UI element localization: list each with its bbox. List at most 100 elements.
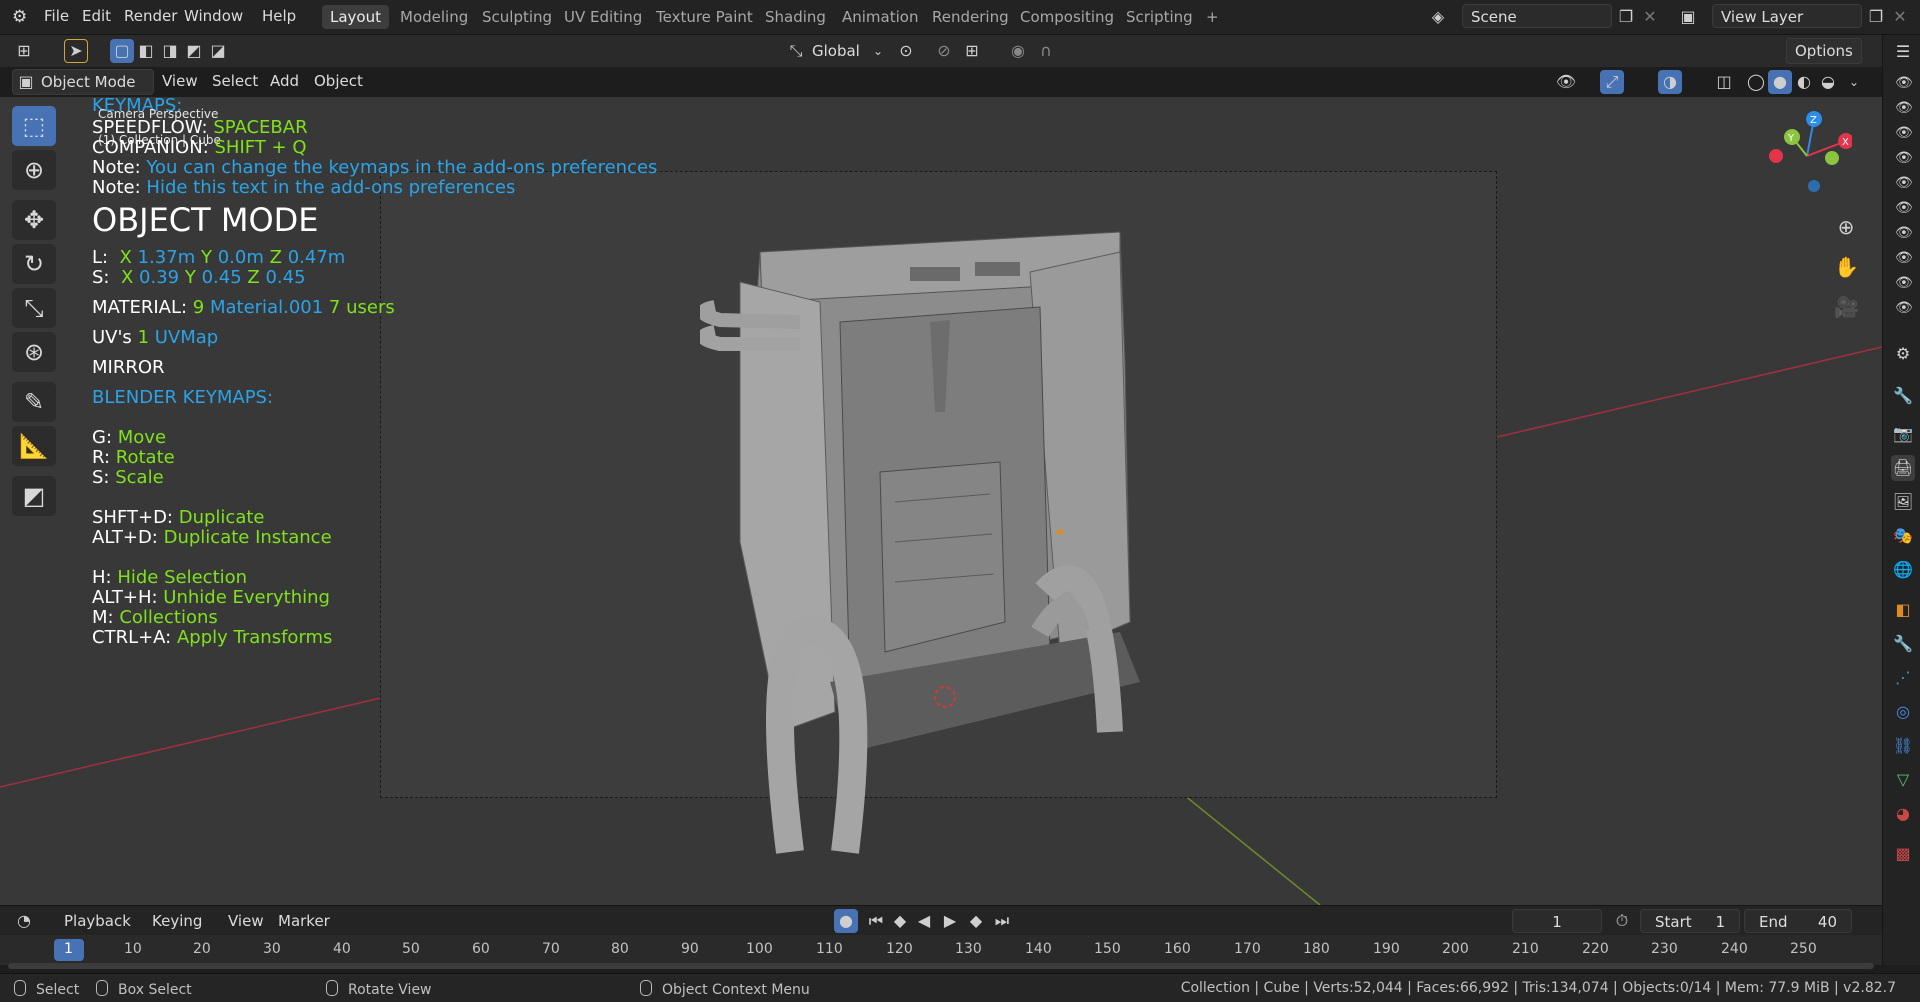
select-box-tool-icon[interactable]: ⬚ bbox=[12, 106, 56, 146]
next-keyframe-icon[interactable]: ◆ bbox=[964, 909, 988, 933]
eye-icon[interactable]: 👁 bbox=[1895, 250, 1913, 266]
jump-start-icon[interactable]: ⏮ bbox=[864, 909, 888, 933]
blender-logo-icon[interactable]: ⚙ bbox=[12, 7, 27, 27]
view-layer-field[interactable]: View Layer bbox=[1712, 4, 1862, 28]
menu-edit[interactable]: Edit bbox=[82, 7, 111, 25]
jump-end-icon[interactable]: ⏭ bbox=[990, 909, 1014, 933]
eye-icon[interactable]: 👁 bbox=[1895, 200, 1913, 216]
menu-object[interactable]: Object bbox=[306, 69, 371, 93]
play-reverse-icon[interactable]: ◀ bbox=[912, 909, 936, 933]
tab-layout[interactable]: Layout bbox=[322, 5, 389, 29]
tab-uv-editing[interactable]: UV Editing bbox=[556, 5, 650, 29]
menu-marker[interactable]: Marker bbox=[270, 909, 338, 933]
material-shading-icon[interactable]: ◐ bbox=[1792, 70, 1816, 94]
mode-intersect-icon[interactable]: ◪ bbox=[206, 39, 230, 63]
remove-view-layer-icon[interactable]: ✕ bbox=[1888, 5, 1912, 29]
render-props-icon[interactable]: 📷 bbox=[1891, 421, 1915, 447]
new-view-layer-icon[interactable]: ❐ bbox=[1864, 5, 1888, 29]
cursor-tool-icon[interactable]: ⊕ bbox=[12, 150, 56, 190]
camera-view-icon[interactable]: 🎥 bbox=[1834, 295, 1859, 319]
stopwatch-icon[interactable]: ⏱ bbox=[1610, 909, 1634, 933]
scifi-door-model[interactable] bbox=[700, 212, 1180, 872]
annotate-tool-icon[interactable]: ✎ bbox=[12, 382, 56, 422]
rotate-tool-icon[interactable]: ↻ bbox=[12, 244, 56, 284]
overlay-toggle-icon[interactable]: ◑ bbox=[1658, 70, 1682, 94]
timeline-editor-icon[interactable]: ◔ bbox=[12, 909, 36, 933]
pan-hand-icon[interactable]: ✋ bbox=[1834, 255, 1859, 279]
pivot-point-icon[interactable]: ⊙ bbox=[894, 39, 918, 63]
zoom-icon[interactable]: ⊕ bbox=[1834, 215, 1858, 239]
view-layer-icon[interactable]: ▣ bbox=[1676, 5, 1700, 29]
object-props-icon[interactable]: ◧ bbox=[1891, 597, 1915, 623]
world-props-icon[interactable]: 🌐 bbox=[1891, 557, 1915, 583]
eye-icon[interactable]: 👁 bbox=[1895, 225, 1913, 241]
options-dropdown[interactable]: Options bbox=[1786, 38, 1862, 64]
properties-editor-icon[interactable]: ⚙ bbox=[1891, 341, 1915, 367]
view-layer-props-icon[interactable]: 🖼 bbox=[1891, 489, 1915, 515]
record-icon[interactable]: ● bbox=[834, 909, 858, 933]
eye-icon[interactable]: 👁 bbox=[1895, 125, 1913, 141]
navigation-gizmo[interactable]: Z X Y bbox=[1762, 111, 1852, 201]
outliner-icon[interactable]: ☰ bbox=[1891, 39, 1915, 65]
material-props-icon[interactable]: ◕ bbox=[1891, 801, 1915, 827]
play-icon[interactable]: ▶ bbox=[938, 909, 962, 933]
prev-keyframe-icon[interactable]: ◆ bbox=[888, 909, 912, 933]
tab-animation[interactable]: Animation bbox=[834, 5, 926, 29]
scene-field[interactable]: Scene bbox=[1462, 4, 1612, 28]
rendered-shading-icon[interactable]: ◒ bbox=[1816, 70, 1840, 94]
menu-playback[interactable]: Playback bbox=[56, 909, 139, 933]
mode-invert-icon[interactable]: ◩ bbox=[182, 39, 206, 63]
tab-shading[interactable]: Shading bbox=[757, 5, 834, 29]
eye-icon[interactable]: 👁 bbox=[1895, 150, 1913, 166]
timeline-scrollbar[interactable] bbox=[8, 963, 1874, 969]
eye-icon[interactable]: 👁 bbox=[1895, 75, 1913, 91]
menu-render[interactable]: Render bbox=[124, 7, 177, 25]
tool-props-icon[interactable]: 🔧 bbox=[1891, 383, 1915, 409]
measure-tool-icon[interactable]: 📐 bbox=[12, 426, 56, 466]
visibility-icon[interactable]: 👁 bbox=[1554, 70, 1578, 94]
orientation-dropdown[interactable]: Global bbox=[804, 39, 868, 63]
snap-icon[interactable]: ⊘ bbox=[932, 39, 956, 63]
add-workspace-button[interactable]: + bbox=[1198, 5, 1227, 29]
scale-tool-icon[interactable]: ⤡ bbox=[12, 288, 56, 328]
transform-tool-icon[interactable]: ⊛ bbox=[12, 332, 56, 372]
tab-texture-paint[interactable]: Texture Paint bbox=[648, 5, 761, 29]
modifier-props-icon[interactable]: 🔧 bbox=[1891, 631, 1915, 657]
constraints-props-icon[interactable]: ⛓ bbox=[1891, 733, 1915, 759]
texture-props-icon[interactable]: ▩ bbox=[1891, 841, 1915, 867]
mode-subtract-icon[interactable]: ◨ bbox=[158, 39, 182, 63]
end-frame-field[interactable]: End 40 bbox=[1744, 909, 1852, 933]
scene-icon[interactable]: ◈ bbox=[1426, 5, 1450, 29]
tab-rendering[interactable]: Rendering bbox=[924, 5, 1017, 29]
menu-window[interactable]: Window bbox=[184, 7, 243, 25]
tab-scripting[interactable]: Scripting bbox=[1118, 5, 1201, 29]
mode-extend-icon[interactable]: ◧ bbox=[134, 39, 158, 63]
gizmo-toggle-icon[interactable]: ⤢ bbox=[1600, 70, 1624, 94]
menu-help[interactable]: Help bbox=[262, 7, 296, 25]
falloff-icon[interactable]: ∩ bbox=[1034, 39, 1058, 63]
proportional-edit-icon[interactable]: ◉ bbox=[1006, 39, 1030, 63]
menu-select[interactable]: Select bbox=[204, 69, 266, 93]
snap-target-icon[interactable]: ⊞ bbox=[960, 39, 984, 63]
current-frame-field[interactable]: 1 bbox=[1512, 909, 1602, 933]
data-props-icon[interactable]: ▽ bbox=[1891, 767, 1915, 793]
menu-timeline-view[interactable]: View bbox=[220, 909, 272, 933]
eye-icon[interactable]: 👁 bbox=[1895, 300, 1913, 316]
menu-add[interactable]: Add bbox=[262, 69, 307, 93]
3d-viewport[interactable]: KEYMAPS: Camera Perspective (1) Collecti… bbox=[0, 97, 1882, 905]
eye-icon[interactable]: 👁 bbox=[1895, 175, 1913, 191]
output-props-icon[interactable]: 🖨 bbox=[1891, 455, 1915, 481]
menu-file[interactable]: File bbox=[44, 7, 69, 25]
wireframe-shading-icon[interactable]: ◯ bbox=[1744, 70, 1768, 94]
eye-icon[interactable]: 👁 bbox=[1895, 275, 1913, 291]
menu-view[interactable]: View bbox=[154, 69, 206, 93]
menu-keying[interactable]: Keying bbox=[144, 909, 210, 933]
physics-props-icon[interactable]: ◎ bbox=[1891, 699, 1915, 725]
tab-sculpting[interactable]: Sculpting bbox=[474, 5, 560, 29]
tab-compositing[interactable]: Compositing bbox=[1012, 5, 1122, 29]
add-cube-tool-icon[interactable]: ◩ bbox=[12, 476, 56, 516]
shading-options-icon[interactable]: ⌄ bbox=[1842, 70, 1866, 94]
editor-type-icon[interactable]: ⊞ bbox=[12, 39, 36, 63]
tab-modeling[interactable]: Modeling bbox=[392, 5, 476, 29]
move-tool-icon[interactable]: ✥ bbox=[12, 200, 56, 240]
